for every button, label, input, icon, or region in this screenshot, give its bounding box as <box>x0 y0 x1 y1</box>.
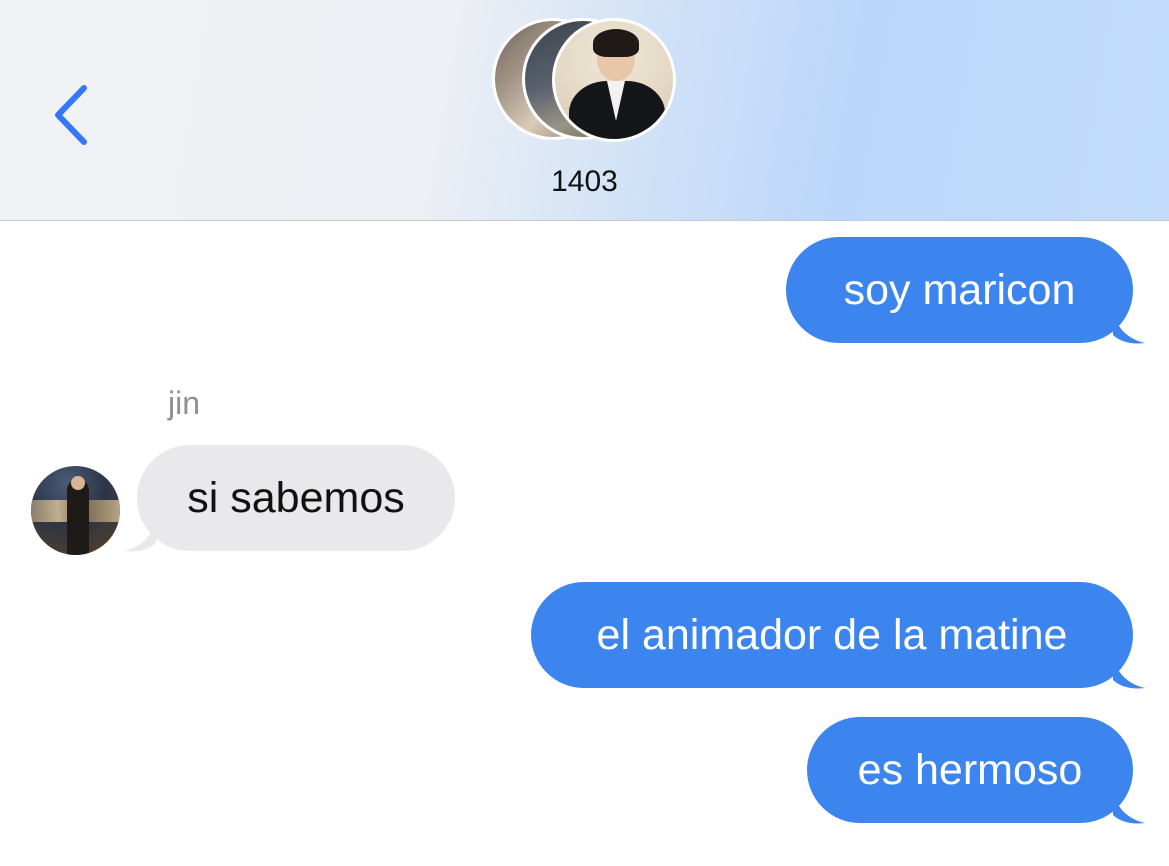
back-button[interactable] <box>48 82 98 148</box>
outgoing-message-bubble[interactable]: es hermoso <box>807 717 1133 823</box>
bubble-tail <box>124 521 156 552</box>
bubble-tail <box>1113 793 1145 824</box>
incoming-message-bubble[interactable]: si sabemos <box>137 445 455 551</box>
bubble-tail <box>1113 658 1145 689</box>
chevron-left-icon <box>55 85 87 145</box>
group-member-avatar <box>552 18 676 142</box>
conversation-title[interactable]: 1403 <box>0 164 1169 200</box>
outgoing-message-bubble[interactable]: soy maricon <box>786 237 1133 343</box>
conversation-header: 1403 <box>0 0 1169 221</box>
sender-avatar[interactable] <box>31 466 120 555</box>
outgoing-message-bubble[interactable]: el animador de la matine <box>531 582 1133 688</box>
sender-name: jin <box>168 385 201 421</box>
bubble-tail <box>1113 313 1145 344</box>
group-avatars[interactable] <box>492 18 682 144</box>
